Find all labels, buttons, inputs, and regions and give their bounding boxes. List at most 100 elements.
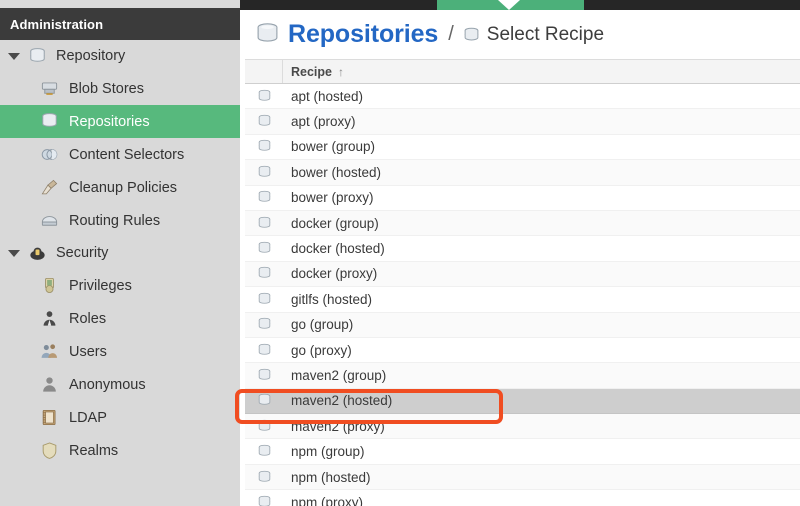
row-recipe-label: go (group) (283, 317, 800, 332)
row-icon-cell (245, 216, 283, 231)
row-recipe-label: docker (hosted) (283, 241, 800, 256)
table-row[interactable]: apt (proxy) (245, 109, 800, 134)
row-icon-cell (245, 393, 283, 408)
sidebar-item-label: Anonymous (69, 377, 146, 393)
row-recipe-label: npm (proxy) (283, 495, 800, 506)
row-recipe-label: bower (hosted) (283, 165, 800, 180)
privilege-icon (40, 276, 59, 295)
sidebar-item-label: Routing Rules (69, 213, 160, 229)
table-row[interactable]: docker (group) (245, 211, 800, 236)
database-icon (257, 495, 272, 506)
sidebar-item-repositories[interactable]: Repositories (0, 105, 240, 138)
row-icon-cell (245, 139, 283, 154)
row-icon-cell (245, 89, 283, 104)
database-icon (257, 470, 272, 485)
sidebar-item-anonymous[interactable]: Anonymous (0, 368, 240, 401)
table-row[interactable]: go (proxy) (245, 338, 800, 363)
column-header-recipe[interactable]: Recipe ↑ (283, 60, 800, 83)
sidebar-nav: Repository Blob Stores Repositories Content… (0, 40, 240, 467)
row-icon-cell (245, 190, 283, 205)
caret-down-icon[interactable] (8, 53, 20, 60)
row-recipe-label: gitlfs (hosted) (283, 292, 800, 307)
table-row[interactable]: maven2 (group) (245, 363, 800, 388)
row-icon-cell (245, 368, 283, 383)
database-icon (257, 89, 272, 104)
database-icon (257, 444, 272, 459)
sidebar-item-realms[interactable]: Realms (0, 434, 240, 467)
sidebar-group-label: Security (56, 245, 108, 261)
database-icon (28, 47, 47, 66)
sidebar-item-blob-stores[interactable]: Blob Stores (0, 72, 240, 105)
database-icon (257, 165, 272, 180)
sidebar-item-routing-rules[interactable]: Routing Rules (0, 204, 240, 237)
table-row[interactable]: docker (hosted) (245, 236, 800, 261)
sidebar: Administration RepositoryBlob StoresRepo… (0, 0, 240, 506)
sidebar-item-label: Users (69, 344, 107, 360)
database-icon (40, 112, 59, 131)
sidebar-item-label: Roles (69, 311, 106, 327)
table-header: Recipe ↑ (245, 59, 800, 84)
row-recipe-label: npm (hosted) (283, 470, 800, 485)
content-selector-icon (40, 145, 59, 164)
breadcrumb-root[interactable]: Repositories (288, 20, 438, 49)
database-icon (257, 114, 272, 129)
sidebar-group-security[interactable]: Security (0, 237, 240, 269)
column-header-recipe-label: Recipe (291, 65, 332, 79)
row-recipe-label: bower (proxy) (283, 190, 800, 205)
table-row[interactable]: bower (proxy) (245, 186, 800, 211)
table-row[interactable]: gitlfs (hosted) (245, 287, 800, 312)
table-row[interactable]: docker (proxy) (245, 262, 800, 287)
column-header-icon (245, 60, 283, 83)
sidebar-item-label: Blob Stores (69, 81, 144, 97)
database-icon (257, 292, 272, 307)
sidebar-group-repository[interactable]: Repository (0, 40, 240, 72)
table-row[interactable]: bower (hosted) (245, 160, 800, 185)
row-icon-cell (245, 419, 283, 434)
arrow-up-icon: ↑ (338, 65, 344, 79)
sidebar-item-privileges[interactable]: Privileges (0, 269, 240, 302)
sidebar-item-content-selectors[interactable]: Content Selectors (0, 138, 240, 171)
row-icon-cell (245, 114, 283, 129)
app-window: Administration RepositoryBlob StoresRepo… (0, 0, 800, 506)
broom-icon (40, 178, 59, 197)
table-row[interactable]: maven2 (hosted) (245, 389, 800, 414)
row-recipe-label: apt (hosted) (283, 89, 800, 104)
sidebar-item-label: Content Selectors (69, 147, 184, 163)
database-icon (257, 139, 272, 154)
database-icon (257, 266, 272, 281)
row-recipe-label: docker (group) (283, 216, 800, 231)
table-row[interactable]: npm (group) (245, 439, 800, 464)
sidebar-item-label: Cleanup Policies (69, 180, 177, 196)
database-icon (255, 22, 280, 47)
ldap-book-icon (40, 408, 59, 427)
row-recipe-label: go (proxy) (283, 343, 800, 358)
table-row[interactable]: npm (hosted) (245, 465, 800, 490)
caret-down-icon[interactable] (8, 250, 20, 257)
row-icon-cell (245, 343, 283, 358)
sidebar-group-label: Repository (56, 48, 125, 64)
sidebar-item-cleanup-policies[interactable]: Cleanup Policies (0, 171, 240, 204)
caret-down-icon (498, 0, 520, 10)
row-icon-cell (245, 165, 283, 180)
sidebar-item-ldap[interactable]: LDAP (0, 401, 240, 434)
row-recipe-label: maven2 (hosted) (283, 393, 800, 408)
table-row[interactable]: maven2 (proxy) (245, 414, 800, 439)
users-icon (40, 342, 59, 361)
sidebar-item-label: Repositories (69, 114, 150, 130)
table-row[interactable]: bower (group) (245, 135, 800, 160)
table-row[interactable]: npm (proxy) (245, 490, 800, 506)
row-icon-cell (245, 241, 283, 256)
table-row[interactable]: go (group) (245, 313, 800, 338)
sidebar-item-roles[interactable]: Roles (0, 302, 240, 335)
row-icon-cell (245, 266, 283, 281)
row-recipe-label: maven2 (proxy) (283, 419, 800, 434)
row-icon-cell (245, 495, 283, 506)
breadcrumb-current: Select Recipe (487, 24, 604, 46)
database-icon (257, 419, 272, 434)
sidebar-title: Administration (0, 8, 240, 40)
routing-rule-icon (40, 211, 59, 230)
sidebar-item-users[interactable]: Users (0, 335, 240, 368)
table-row[interactable]: apt (hosted) (245, 84, 800, 109)
database-icon (257, 241, 272, 256)
row-icon-cell (245, 470, 283, 485)
